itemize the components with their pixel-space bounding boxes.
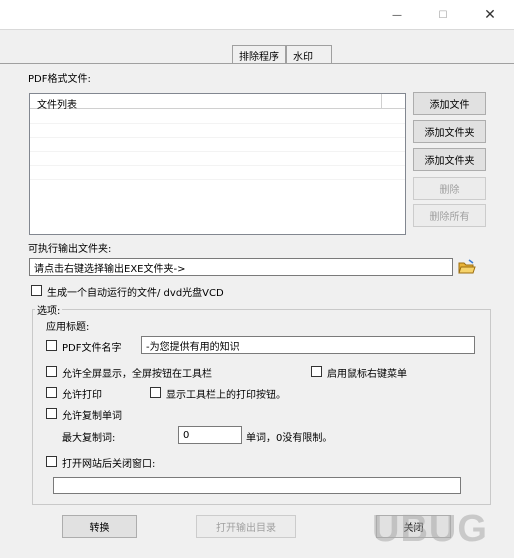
delete-button[interactable]: 删除 xyxy=(413,177,486,200)
minimize-icon: — xyxy=(392,9,402,21)
file-list[interactable]: 文件列表 xyxy=(29,93,406,235)
allow-copy-checkbox[interactable] xyxy=(46,408,57,419)
url-field[interactable] xyxy=(53,477,461,494)
tab-strip: 排除程序 水印 xyxy=(232,45,332,64)
maximize-button[interactable]: ☐ xyxy=(420,0,466,30)
list-row xyxy=(30,124,405,138)
autorun-label: 生成一个自动运行的文件/ dvd光盘VCD xyxy=(47,288,224,299)
maximize-icon: ☐ xyxy=(438,9,448,21)
max-copy-suffix: 单词，0没有限制。 xyxy=(246,433,333,444)
show-print-button-checkbox[interactable] xyxy=(150,387,161,398)
tab-exclude-program[interactable]: 排除程序 xyxy=(232,45,286,63)
close-window-button[interactable]: ✕ xyxy=(467,0,513,30)
right-click-menu-label: 启用鼠标右键菜单 xyxy=(327,369,407,380)
convert-button[interactable]: 转换 xyxy=(62,515,137,538)
close-window-label: 打开网站后关闭窗口: xyxy=(62,459,156,470)
delete-all-button[interactable]: 删除所有 xyxy=(413,204,486,227)
app-title-label: 应用标题: xyxy=(46,322,90,333)
pdf-name-label: PDF文件名字 xyxy=(62,343,122,354)
autorun-checkbox[interactable] xyxy=(31,285,42,296)
add-folder-button[interactable]: 添加文件夹 xyxy=(413,120,486,143)
list-row xyxy=(30,110,405,124)
tab-divider xyxy=(0,63,514,64)
allow-print-label: 允许打印 xyxy=(62,390,102,401)
list-row xyxy=(30,166,405,180)
add-folder-button-2[interactable]: 添加文件夹 xyxy=(413,148,486,171)
fullscreen-checkbox[interactable] xyxy=(46,366,57,377)
close-icon: ✕ xyxy=(484,7,496,23)
list-row xyxy=(30,152,405,166)
pdf-files-label: PDF格式文件: xyxy=(28,74,91,85)
open-output-folder-button[interactable]: 打开输出目录 xyxy=(196,515,296,538)
output-folder-field[interactable]: 请点击右键选择输出EXE文件夹-> xyxy=(29,258,453,276)
pdf-name-field[interactable]: -为您提供有用的知识 xyxy=(141,336,475,354)
pdf-name-checkbox[interactable] xyxy=(46,340,57,351)
allow-copy-label: 允许复制单词 xyxy=(62,411,122,422)
folder-icon[interactable] xyxy=(458,259,476,275)
show-print-button-label: 显示工具栏上的打印按钮。 xyxy=(166,390,286,401)
file-list-header[interactable]: 文件列表 xyxy=(30,94,382,111)
output-folder-label: 可执行输出文件夹: xyxy=(28,244,112,255)
close-window-checkbox[interactable] xyxy=(46,456,57,467)
list-row xyxy=(30,138,405,152)
max-copy-label: 最大复制词: xyxy=(62,433,116,444)
minimize-button[interactable]: — xyxy=(374,0,420,30)
max-copy-field[interactable]: 0 xyxy=(178,426,242,444)
options-legend: 选项: xyxy=(35,302,63,317)
watermark-text: UBUG xyxy=(372,508,488,550)
allow-print-checkbox[interactable] xyxy=(46,387,57,398)
file-list-column-header: 文件列表 xyxy=(37,100,77,111)
file-list-header-filler xyxy=(382,94,405,109)
fullscreen-label: 允许全屏显示，全屏按钮在工具栏 xyxy=(62,369,212,380)
tab-watermark[interactable]: 水印 xyxy=(286,45,332,63)
add-file-button[interactable]: 添加文件 xyxy=(413,92,486,115)
right-click-menu-checkbox[interactable] xyxy=(311,366,322,377)
